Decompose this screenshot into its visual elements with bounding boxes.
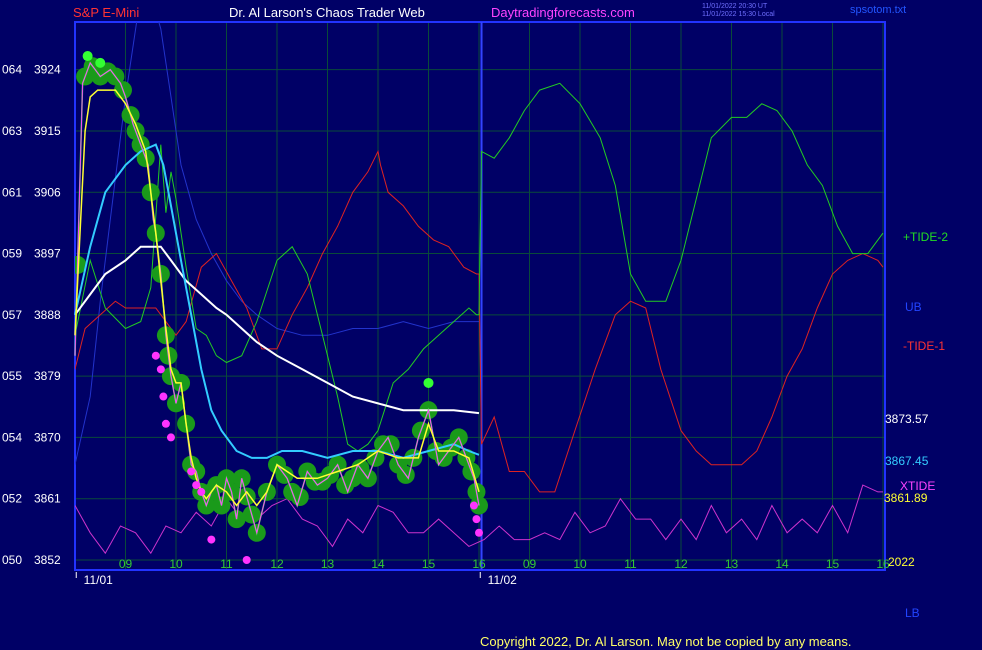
signal-dot-10 bbox=[469, 501, 478, 510]
x-tick-label-14: 15 bbox=[826, 557, 840, 571]
tide-plus-label: +TIDE-2 bbox=[903, 230, 949, 244]
mid-ma-value: 3867.45 bbox=[885, 454, 929, 468]
ub-label: UB bbox=[905, 300, 922, 314]
y-tick-code-8: 064 bbox=[2, 63, 22, 77]
peak-marker-2 bbox=[423, 377, 434, 388]
y-tick-price-6: 3906 bbox=[34, 185, 61, 199]
y-tick-price-5: 3897 bbox=[34, 247, 61, 261]
x-tick-label-13: 14 bbox=[775, 557, 789, 571]
signal-dot-5 bbox=[187, 467, 196, 476]
chart-title: Dr. Al Larson's Chaos Trader Web bbox=[229, 5, 425, 20]
x-tick-label-7: 16 bbox=[472, 557, 486, 571]
y-tick-code-7: 063 bbox=[2, 124, 22, 138]
x-tick-label-5: 14 bbox=[371, 557, 385, 571]
x-tick-label-8: 09 bbox=[523, 557, 537, 571]
signal-dot-3 bbox=[161, 419, 170, 428]
date-label-0: 11/01 bbox=[84, 573, 113, 587]
y-tick-price-7: 3915 bbox=[34, 124, 61, 138]
signal-dot-6 bbox=[192, 481, 201, 490]
y-tick-price-1: 3861 bbox=[34, 492, 61, 506]
y-tick-price-3: 3879 bbox=[34, 369, 61, 383]
signal-dot-2 bbox=[159, 392, 168, 401]
y-tick-price-0: 3852 bbox=[34, 553, 61, 567]
copyright-notice: Copyright 2022, Dr. Al Larson. May not b… bbox=[480, 634, 852, 649]
signal-dot-0 bbox=[151, 351, 160, 360]
signal-dot-4 bbox=[166, 433, 175, 442]
slow-ma-value: 3873.57 bbox=[885, 412, 929, 426]
signal-dot-8 bbox=[207, 535, 216, 544]
chart-canvas: 050 3852 052 3861 054 3870 055 3879 057 3888 059 38… bbox=[2, 21, 890, 587]
y-tick-code-1: 052 bbox=[2, 492, 22, 506]
x-tick-label-12: 13 bbox=[725, 557, 739, 571]
x-tick-label-10: 11 bbox=[624, 557, 637, 571]
site-link[interactable]: Daytradingforecasts.com bbox=[491, 5, 635, 20]
signal-dot-11 bbox=[475, 528, 483, 537]
y-tick-price-4: 3888 bbox=[34, 308, 61, 322]
y-tick-code-0: 050 bbox=[2, 553, 22, 567]
y-tick-code-6: 061 bbox=[2, 185, 22, 199]
peak-marker-0 bbox=[82, 51, 93, 62]
peak-marker-1 bbox=[95, 57, 106, 68]
x-tick-label-4: 13 bbox=[321, 557, 335, 571]
y-tick-code-5: 059 bbox=[2, 247, 22, 261]
y-tick-code-4: 057 bbox=[2, 308, 22, 322]
lb-label: LB bbox=[905, 606, 920, 620]
y-tick-code-2: 054 bbox=[2, 430, 22, 444]
x-tick-label-1: 10 bbox=[169, 557, 183, 571]
x-tick-label-9: 10 bbox=[573, 557, 587, 571]
x-tick-label-0: 09 bbox=[119, 557, 133, 571]
y-tick-price-2: 3870 bbox=[34, 430, 61, 444]
x-tick-label-3: 12 bbox=[270, 557, 284, 571]
x-tick-label-6: 15 bbox=[422, 557, 436, 571]
date-label-1: 11/02 bbox=[488, 573, 517, 587]
fast-ma-value: 3861.89 bbox=[884, 491, 928, 505]
signal-dot-7 bbox=[197, 487, 206, 496]
signal-dot-12 bbox=[472, 515, 481, 524]
tide-minus-label: -TIDE-1 bbox=[903, 339, 945, 353]
signal-dot-1 bbox=[156, 365, 165, 374]
x-tick-label-11: 12 bbox=[674, 557, 688, 571]
symbol-label: S&P E-Mini bbox=[73, 5, 140, 20]
y-tick-price-8: 3924 bbox=[34, 63, 61, 77]
filename-label: spsotom.txt bbox=[850, 4, 907, 16]
timestamp-utc: 11/01/2022 20:30 UT bbox=[702, 3, 768, 10]
y-tick-code-3: 055 bbox=[2, 369, 22, 383]
timestamp-local: 11/01/2022 15:30 Local bbox=[702, 11, 775, 18]
x-tick-label-2: 11 bbox=[220, 557, 233, 571]
year-label: 2022 bbox=[888, 555, 915, 569]
signal-dot-9 bbox=[242, 556, 251, 564]
